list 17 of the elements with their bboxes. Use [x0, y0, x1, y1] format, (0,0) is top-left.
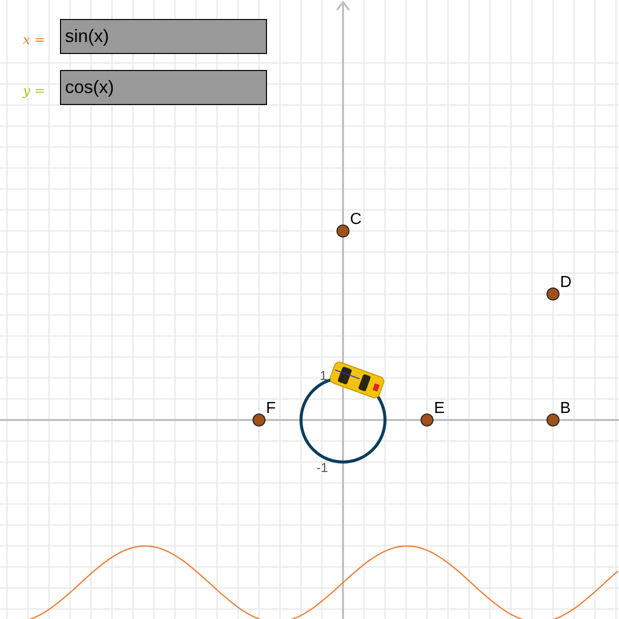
point[interactable] — [546, 414, 560, 426]
point[interactable] — [252, 414, 266, 426]
input-field[interactable]: cos(x) — [60, 70, 267, 105]
variable-label: x = — [22, 32, 46, 48]
point-label: E — [434, 400, 445, 417]
point-label: C — [350, 211, 362, 228]
point-label: F — [266, 400, 276, 417]
tick-label: -1 — [316, 460, 328, 475]
point[interactable] — [546, 288, 560, 300]
tick-label: 1 — [320, 368, 327, 383]
input-field[interactable]: sin(x) — [60, 19, 267, 54]
point-label: B — [560, 400, 571, 417]
car-drawing[interactable] — [328, 360, 386, 400]
point[interactable] — [420, 414, 434, 426]
variable-label: y = — [22, 83, 46, 99]
point-label: D — [560, 274, 572, 291]
point[interactable] — [336, 224, 350, 238]
